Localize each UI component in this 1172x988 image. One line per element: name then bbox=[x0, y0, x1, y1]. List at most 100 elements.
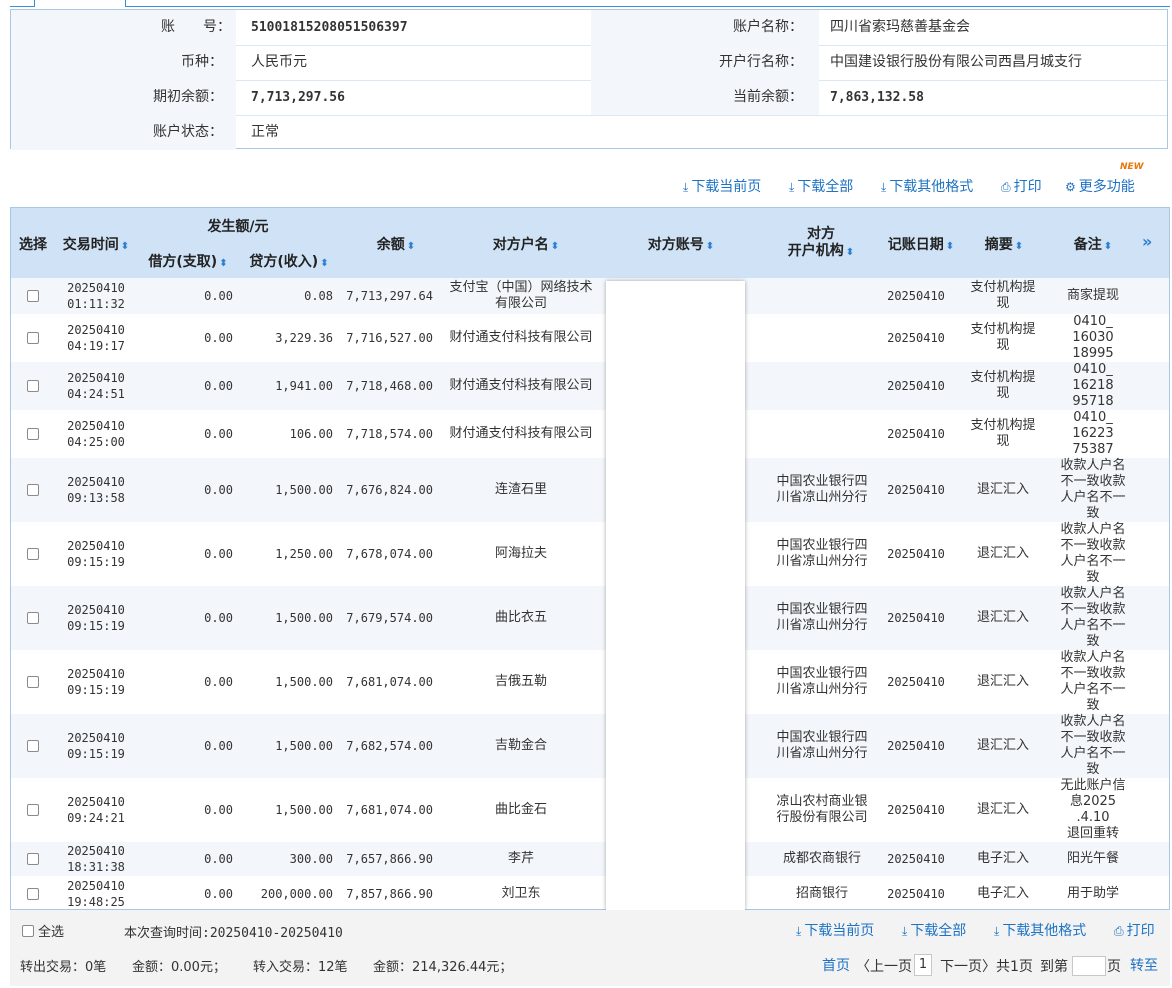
cell-time: 20250410 09:24:21 bbox=[67, 795, 125, 825]
header-counterparty-name[interactable]: 对方户名 ⬍ bbox=[451, 234, 601, 254]
cell-debit: 0.00 bbox=[204, 739, 233, 753]
transaction-table: 选择 交易时间 ⬍ 发生额/元 借方(支取) ⬍ 贷方(收入) ⬍ 余额 ⬍ 对方户名 ⬍… bbox=[10, 207, 1170, 910]
cell-summary: 支付机构提现 bbox=[970, 280, 1036, 311]
table-row: 20250410 18:31:38 0.00 300.00 7,657,866.90 李… bbox=[11, 842, 1169, 876]
account-row-2: 币种： 人民币元 开户行名称： 中国建设银行股份有限公司西昌月城支行 bbox=[11, 45, 1167, 81]
header-time[interactable]: 交易时间 ⬍ bbox=[57, 234, 135, 254]
cell-balance: 7,679,574.00 bbox=[346, 611, 433, 625]
scroll-right-icon[interactable]: » bbox=[1142, 232, 1152, 251]
currency-value: 人民币元 bbox=[251, 54, 307, 70]
checkbox-icon[interactable] bbox=[27, 804, 39, 816]
cell-summary: 电子汇入 bbox=[976, 851, 1029, 866]
opening-balance-value: 7,713,297.56 bbox=[251, 90, 345, 105]
cell-counterparty-bank: 中国农业银行四川省凉山州分行 bbox=[776, 474, 868, 505]
header-amount-group: 发生额/元 bbox=[207, 219, 269, 235]
cell-time: 20250410 18:31:38 bbox=[67, 844, 125, 874]
checkbox-icon[interactable] bbox=[27, 484, 39, 496]
cell-balance: 7,676,824.00 bbox=[346, 483, 433, 497]
download-all-button[interactable]: ⤓ 下载全部 bbox=[789, 176, 853, 196]
cell-balance: 7,718,468.00 bbox=[346, 379, 433, 393]
header-post-date[interactable]: 记账日期 ⬍ bbox=[883, 234, 959, 254]
more-functions-button[interactable]: ⚙ 更多功能 bbox=[1065, 176, 1135, 196]
cell-debit: 0.00 bbox=[204, 886, 233, 901]
row-select-checkbox[interactable] bbox=[11, 410, 55, 458]
row-select-checkbox[interactable] bbox=[11, 362, 55, 410]
cell-debit: 0.00 bbox=[204, 483, 233, 497]
row-select-checkbox[interactable] bbox=[11, 586, 55, 650]
cell-debit: 0.00 bbox=[204, 852, 233, 866]
checkbox-icon[interactable] bbox=[27, 548, 39, 560]
cell-balance: 7,682,574.00 bbox=[346, 739, 433, 753]
cell-counterparty-name: 曲比金石 bbox=[494, 802, 547, 817]
printer-icon: ⎙ bbox=[1114, 924, 1124, 938]
sort-icon: ⬍ bbox=[845, 247, 855, 258]
checkbox-icon[interactable] bbox=[22, 924, 34, 937]
active-tab[interactable] bbox=[34, 0, 126, 7]
row-select-checkbox[interactable] bbox=[11, 458, 55, 522]
cell-remark: 收款人户名不一致收款人户名不一致 bbox=[1060, 586, 1126, 649]
checkbox-icon[interactable] bbox=[27, 853, 39, 865]
cell-time: 20250410 09:15:19 bbox=[67, 539, 125, 569]
cell-post-date: 20250410 bbox=[887, 483, 945, 497]
header-balance[interactable]: 余额 ⬍ bbox=[351, 234, 441, 254]
cell-remark: 收款人户名不一致收款人户名不一致 bbox=[1060, 458, 1126, 521]
row-select-checkbox[interactable] bbox=[11, 314, 55, 362]
download-other-format-button[interactable]: ⤓ 下载其他格式 bbox=[881, 176, 973, 196]
row-select-checkbox[interactable] bbox=[11, 778, 55, 842]
cell-counterparty-bank bbox=[775, 314, 869, 362]
row-select-checkbox[interactable] bbox=[11, 522, 55, 586]
first-page-link[interactable]: 首页 bbox=[822, 955, 850, 975]
cell-summary: 退汇汇入 bbox=[976, 738, 1029, 753]
account-info-panel: 账 号： 51001815208051506397 账户名称： 四川省索玛慈善基… bbox=[10, 9, 1168, 150]
cell-debit: 0.00 bbox=[204, 611, 233, 625]
cell-counterparty-name: 吉勒金合 bbox=[494, 738, 547, 753]
cell-debit: 0.00 bbox=[204, 289, 233, 303]
checkbox-icon[interactable] bbox=[27, 290, 39, 302]
prev-page-link[interactable]: 〈上一页 bbox=[856, 956, 912, 976]
checkbox-icon[interactable] bbox=[27, 380, 39, 392]
sort-icon: ⬍ bbox=[550, 241, 560, 252]
download-icon: ⤓ bbox=[683, 180, 689, 194]
footer-download-other-button[interactable]: ⤓ 下载其他格式 bbox=[994, 920, 1086, 940]
header-credit[interactable]: 贷方(收入) ⬍ bbox=[243, 251, 335, 271]
header-debit[interactable]: 借方(支取) ⬍ bbox=[143, 251, 233, 271]
row-select-checkbox[interactable] bbox=[11, 842, 55, 876]
footer-download-page-button[interactable]: ⤓ 下载当前页 bbox=[796, 920, 874, 940]
current-page-box[interactable]: 1 bbox=[914, 954, 932, 976]
row-select-checkbox[interactable] bbox=[11, 876, 55, 909]
header-counterparty-bank[interactable]: 对方 开户机构 ⬍ bbox=[759, 226, 883, 261]
sort-icon: ⬍ bbox=[219, 258, 228, 269]
header-counterparty-account[interactable]: 对方账号 ⬍ bbox=[611, 234, 751, 254]
sort-icon: ⬍ bbox=[705, 241, 715, 252]
checkbox-icon[interactable] bbox=[27, 332, 39, 344]
row-select-checkbox[interactable] bbox=[11, 650, 55, 714]
next-page-link[interactable]: 下一页〉 bbox=[940, 956, 996, 976]
jump-button[interactable]: 转至 bbox=[1130, 955, 1158, 975]
header-summary[interactable]: 摘要 ⬍ bbox=[967, 234, 1041, 254]
cell-remark: 收款人户名不一致收款人户名不一致 bbox=[1060, 650, 1126, 713]
footer-print-button[interactable]: ⎙ 打印 bbox=[1114, 920, 1155, 940]
checkbox-icon[interactable] bbox=[27, 428, 39, 440]
currency-label: 币种： bbox=[181, 54, 223, 70]
checkbox-icon[interactable] bbox=[27, 740, 39, 752]
checkbox-icon[interactable] bbox=[27, 612, 39, 624]
row-select-checkbox[interactable] bbox=[11, 278, 55, 314]
top-tab-strip bbox=[10, 0, 1170, 8]
checkbox-icon[interactable] bbox=[27, 887, 39, 900]
checkbox-icon[interactable] bbox=[27, 676, 39, 688]
row-select-checkbox[interactable] bbox=[11, 714, 55, 778]
cell-debit: 0.00 bbox=[204, 675, 233, 689]
select-all-checkbox[interactable]: 全选 bbox=[22, 921, 64, 940]
cell-summary: 支付机构提现 bbox=[970, 370, 1036, 401]
download-page-button[interactable]: ⤓ 下载当前页 bbox=[683, 176, 761, 196]
cell-summary: 电子汇入 bbox=[976, 885, 1029, 901]
header-remark[interactable]: 备注 ⬍ bbox=[1051, 234, 1135, 254]
cell-post-date: 20250410 bbox=[887, 675, 945, 689]
table-row: 20250410 09:15:19 0.00 1,500.00 7,679,574.0… bbox=[11, 586, 1169, 650]
footer-download-all-button[interactable]: ⤓ 下载全部 bbox=[902, 920, 966, 940]
cell-debit: 0.00 bbox=[204, 803, 233, 817]
download-icon: ⤓ bbox=[881, 180, 887, 194]
cell-summary: 支付机构提现 bbox=[970, 322, 1036, 353]
goto-page-input[interactable] bbox=[1072, 956, 1106, 976]
print-button[interactable]: ⎙ 打印 bbox=[1001, 176, 1042, 196]
